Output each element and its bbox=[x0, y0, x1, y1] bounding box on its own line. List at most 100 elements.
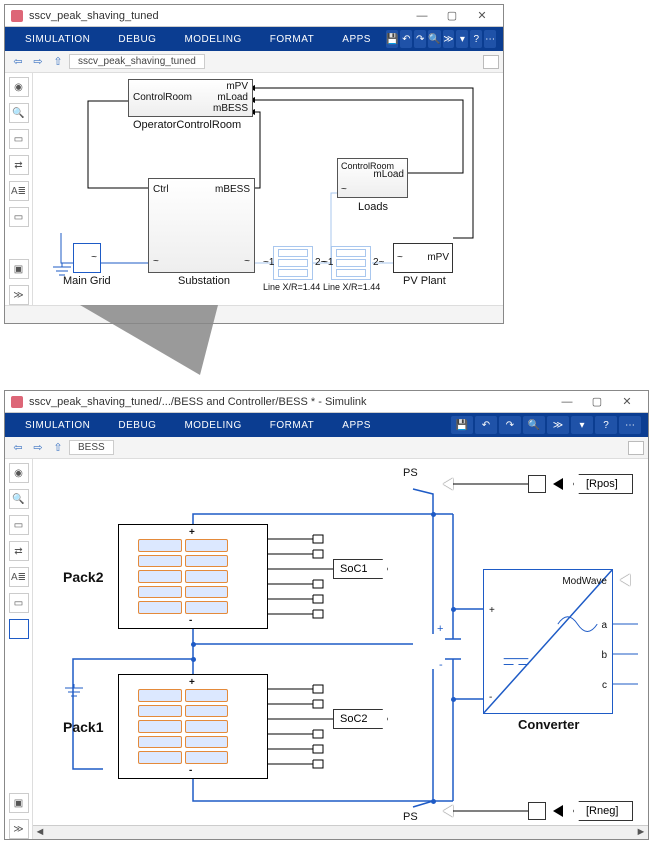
fit-icon[interactable]: ▭ bbox=[9, 515, 29, 535]
port-plus: + bbox=[189, 527, 195, 538]
selected-tool-icon[interactable] bbox=[9, 619, 29, 639]
horizontal-scrollbar[interactable]: ◄ ► bbox=[33, 825, 648, 839]
port-pv-r: mPV bbox=[427, 252, 449, 263]
tab-simulation[interactable]: SIMULATION bbox=[11, 27, 104, 51]
tab-debug[interactable]: DEBUG bbox=[104, 413, 170, 437]
tab-modeling[interactable]: MODELING bbox=[170, 27, 255, 51]
fastfwd-icon[interactable]: ≫ bbox=[443, 30, 455, 48]
block-converter[interactable]: ModWave + - a b c bbox=[483, 569, 613, 714]
back-icon[interactable]: ⇦ bbox=[9, 439, 27, 457]
help-icon[interactable]: ? bbox=[470, 30, 482, 48]
redo-icon[interactable]: ↷ bbox=[499, 416, 521, 434]
scroll-right-icon[interactable]: ► bbox=[634, 826, 648, 839]
port-tilde: ~ bbox=[341, 184, 347, 195]
port-line2-r: 2~ bbox=[373, 257, 384, 268]
image-icon[interactable]: ▭ bbox=[9, 593, 29, 613]
maximize-button[interactable]: ▢ bbox=[437, 9, 467, 22]
forward-icon[interactable]: ⇨ bbox=[29, 53, 47, 71]
view-toggle-icon[interactable] bbox=[628, 441, 644, 455]
drilldown-arrow-icon bbox=[80, 305, 218, 375]
search-icon[interactable]: 🔍 bbox=[428, 30, 440, 48]
undo-icon[interactable]: ↶ bbox=[475, 416, 497, 434]
canvas-bottom[interactable]: + - Pack2 + - Pack1 SoC1 SoC2 [Rpos] [Rn… bbox=[33, 459, 648, 839]
library-icon[interactable]: ⇄ bbox=[9, 541, 29, 561]
tab-apps[interactable]: APPS bbox=[328, 27, 385, 51]
view-toggle-icon[interactable] bbox=[483, 55, 499, 69]
minimize-button[interactable]: — bbox=[407, 10, 437, 22]
save-icon[interactable]: 💾 bbox=[386, 30, 398, 48]
arrow-left-icon bbox=[553, 805, 563, 817]
port-t2: ~ bbox=[244, 256, 250, 267]
tag-soc1[interactable]: SoC1 bbox=[333, 559, 388, 579]
collapse-icon[interactable]: ≫ bbox=[9, 819, 29, 839]
block-operator-control-room[interactable]: ControlRoom mPV mLoad mBESS bbox=[128, 79, 253, 117]
port-mg: ~ bbox=[91, 252, 97, 263]
label-line1: Line X/R=1.44 bbox=[263, 282, 320, 292]
port-ctrl: Ctrl bbox=[153, 184, 169, 195]
tab-modeling[interactable]: MODELING bbox=[170, 413, 255, 437]
more-icon[interactable]: ▾ bbox=[571, 416, 593, 434]
titlebar: sscv_peak_shaving_tuned/.../BESS and Con… bbox=[5, 391, 648, 413]
up-icon[interactable]: ⇧ bbox=[49, 439, 67, 457]
forward-icon[interactable]: ⇨ bbox=[29, 439, 47, 457]
browser-icon[interactable]: ◉ bbox=[9, 77, 29, 97]
tag-soc2[interactable]: SoC2 bbox=[333, 709, 388, 729]
arrow-left-icon bbox=[620, 574, 630, 586]
annotation-icon[interactable]: A≣ bbox=[9, 567, 29, 587]
close-button[interactable]: ✕ bbox=[467, 9, 497, 22]
port-mpv: mPV bbox=[226, 81, 248, 92]
zoom-icon[interactable]: 🔍 bbox=[9, 103, 29, 123]
browser-icon[interactable]: ◉ bbox=[9, 463, 29, 483]
block-relay-pos[interactable] bbox=[528, 475, 546, 493]
up-icon[interactable]: ⇧ bbox=[49, 53, 67, 71]
fastfwd-icon[interactable]: ≫ bbox=[547, 416, 569, 434]
arrow-left-icon bbox=[553, 478, 563, 490]
viewmark-icon[interactable]: ▭ bbox=[9, 207, 29, 227]
block-line1[interactable] bbox=[273, 246, 313, 280]
overflow-icon[interactable]: ⋯ bbox=[619, 416, 641, 434]
record-icon[interactable]: ▣ bbox=[9, 793, 29, 813]
breadcrumb[interactable]: BESS bbox=[69, 440, 114, 455]
maximize-button[interactable]: ▢ bbox=[582, 395, 612, 408]
scroll-left-icon[interactable]: ◄ bbox=[33, 826, 47, 839]
block-substation[interactable]: Ctrl mBESS ~ ~ bbox=[148, 178, 255, 273]
collapse-icon[interactable]: ≫ bbox=[9, 285, 29, 305]
save-icon[interactable]: 💾 bbox=[451, 416, 473, 434]
block-loads[interactable]: ControlRoom mLoad ~ bbox=[337, 158, 408, 198]
back-icon[interactable]: ⇦ bbox=[9, 53, 27, 71]
tab-debug[interactable]: DEBUG bbox=[104, 27, 170, 51]
battery-cells-icon bbox=[138, 689, 228, 764]
navbar: ⇦ ⇨ ⇧ BESS bbox=[5, 437, 648, 459]
library-icon[interactable]: ⇄ bbox=[9, 155, 29, 175]
block-pv-plant[interactable]: ~ mPV bbox=[393, 243, 453, 273]
node-icon bbox=[431, 799, 436, 804]
more-icon[interactable]: ▾ bbox=[456, 30, 468, 48]
minimize-button[interactable]: — bbox=[552, 396, 582, 408]
help-icon[interactable]: ? bbox=[595, 416, 617, 434]
tab-format[interactable]: FORMAT bbox=[256, 27, 328, 51]
tag-rpos[interactable]: [Rpos] bbox=[573, 474, 633, 494]
block-line2[interactable] bbox=[331, 246, 371, 280]
block-relay-neg[interactable] bbox=[528, 802, 546, 820]
search-icon[interactable]: 🔍 bbox=[523, 416, 545, 434]
battery-cells-icon bbox=[138, 539, 228, 614]
close-button[interactable]: ✕ bbox=[612, 395, 642, 408]
breadcrumb[interactable]: sscv_peak_shaving_tuned bbox=[69, 54, 205, 69]
block-main-grid[interactable]: ~ bbox=[73, 243, 101, 273]
overflow-icon[interactable]: ⋯ bbox=[484, 30, 496, 48]
fit-icon[interactable]: ▭ bbox=[9, 129, 29, 149]
node-icon bbox=[191, 642, 196, 647]
tab-simulation[interactable]: SIMULATION bbox=[11, 413, 104, 437]
undo-icon[interactable]: ↶ bbox=[400, 30, 412, 48]
toolstrip: SIMULATION DEBUG MODELING FORMAT APPS 💾 … bbox=[5, 413, 648, 437]
annotation-icon[interactable]: A≣ bbox=[9, 181, 29, 201]
tag-rneg[interactable]: [Rneg] bbox=[573, 801, 633, 821]
canvas-top[interactable]: ControlRoom mPV mLoad mBESS OperatorCont… bbox=[33, 73, 503, 305]
label-converter: Converter bbox=[518, 717, 579, 732]
tab-apps[interactable]: APPS bbox=[328, 413, 385, 437]
tab-format[interactable]: FORMAT bbox=[256, 413, 328, 437]
zoom-icon[interactable]: 🔍 bbox=[9, 489, 29, 509]
redo-icon[interactable]: ↷ bbox=[414, 30, 426, 48]
port-mbess2: mBESS bbox=[215, 184, 250, 195]
record-icon[interactable]: ▣ bbox=[9, 259, 29, 279]
